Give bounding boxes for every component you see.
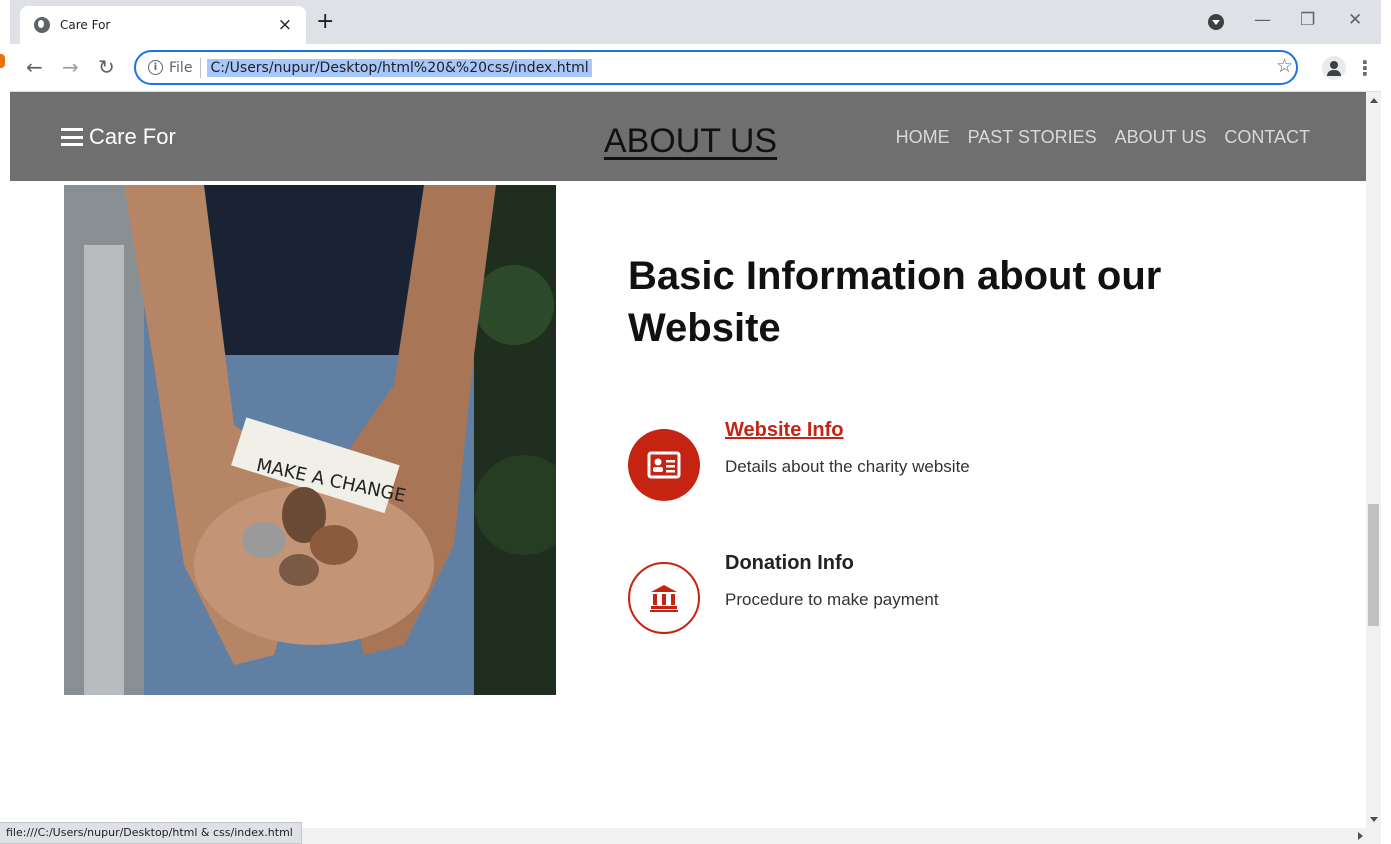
tab-title: Care For — [60, 18, 111, 32]
tab-close-icon[interactable]: × — [278, 15, 292, 35]
scroll-up-icon[interactable] — [1370, 98, 1378, 103]
feature-description: Details about the charity website — [725, 457, 970, 476]
minimize-icon[interactable]: — — [1254, 10, 1271, 30]
feature-website-info: Website Info Details about the charity w… — [628, 417, 1188, 501]
about-photo: MAKE A CHANGE — [64, 185, 556, 695]
tab-strip: Care For × + — ❐ ✕ — [10, 0, 1381, 44]
feature-donation-info: Donation Info Procedure to make payment — [628, 550, 1188, 634]
new-tab-icon[interactable]: + — [316, 11, 334, 33]
bank-icon — [628, 562, 700, 634]
vertical-scrollbar[interactable] — [1366, 92, 1381, 828]
arrow-left-icon[interactable]: ← — [26, 56, 43, 78]
star-icon[interactable]: ☆ — [1276, 55, 1293, 77]
restore-icon[interactable]: ❐ — [1300, 10, 1315, 30]
feature-description: Procedure to make payment — [725, 590, 939, 609]
scroll-down-icon[interactable] — [1370, 817, 1378, 822]
menu-dots-icon[interactable]: ⋮ — [1355, 56, 1375, 80]
reload-icon[interactable]: ↻ — [98, 56, 115, 78]
browser-extension-icon[interactable] — [1208, 14, 1224, 30]
address-separator — [200, 57, 202, 78]
address-bar[interactable]: i File C:/Users/nupur/Desktop/html%20&%2… — [134, 50, 1298, 85]
globe-icon — [34, 17, 50, 33]
feature-title-link[interactable]: Website Info — [725, 419, 844, 442]
info-icon[interactable]: i — [148, 60, 163, 75]
window-close-icon[interactable]: ✕ — [1348, 10, 1362, 30]
feature-title[interactable]: Donation Info — [725, 552, 854, 575]
scrollbar-thumb[interactable] — [1368, 504, 1379, 626]
browser-tab[interactable]: Care For × — [20, 6, 306, 44]
section-title: ABOUT US — [603, 122, 778, 160]
profile-icon[interactable] — [1322, 56, 1346, 80]
id-card-icon — [628, 429, 700, 501]
arrow-right-icon[interactable]: → — [62, 56, 79, 78]
window-edge-marker — [0, 54, 5, 68]
address-scheme-label: File — [169, 59, 193, 76]
info-heading: Basic Information about our Website — [628, 254, 1162, 350]
address-url[interactable]: C:/Users/nupur/Desktop/html%20&%20css/in… — [207, 58, 592, 77]
browser-toolbar: ← → ↻ i File C:/Users/nupur/Desktop/html… — [10, 44, 1381, 92]
status-bar-url: file:///C:/Users/nupur/Desktop/html & cs… — [0, 822, 302, 844]
scroll-right-icon[interactable] — [1358, 832, 1363, 840]
